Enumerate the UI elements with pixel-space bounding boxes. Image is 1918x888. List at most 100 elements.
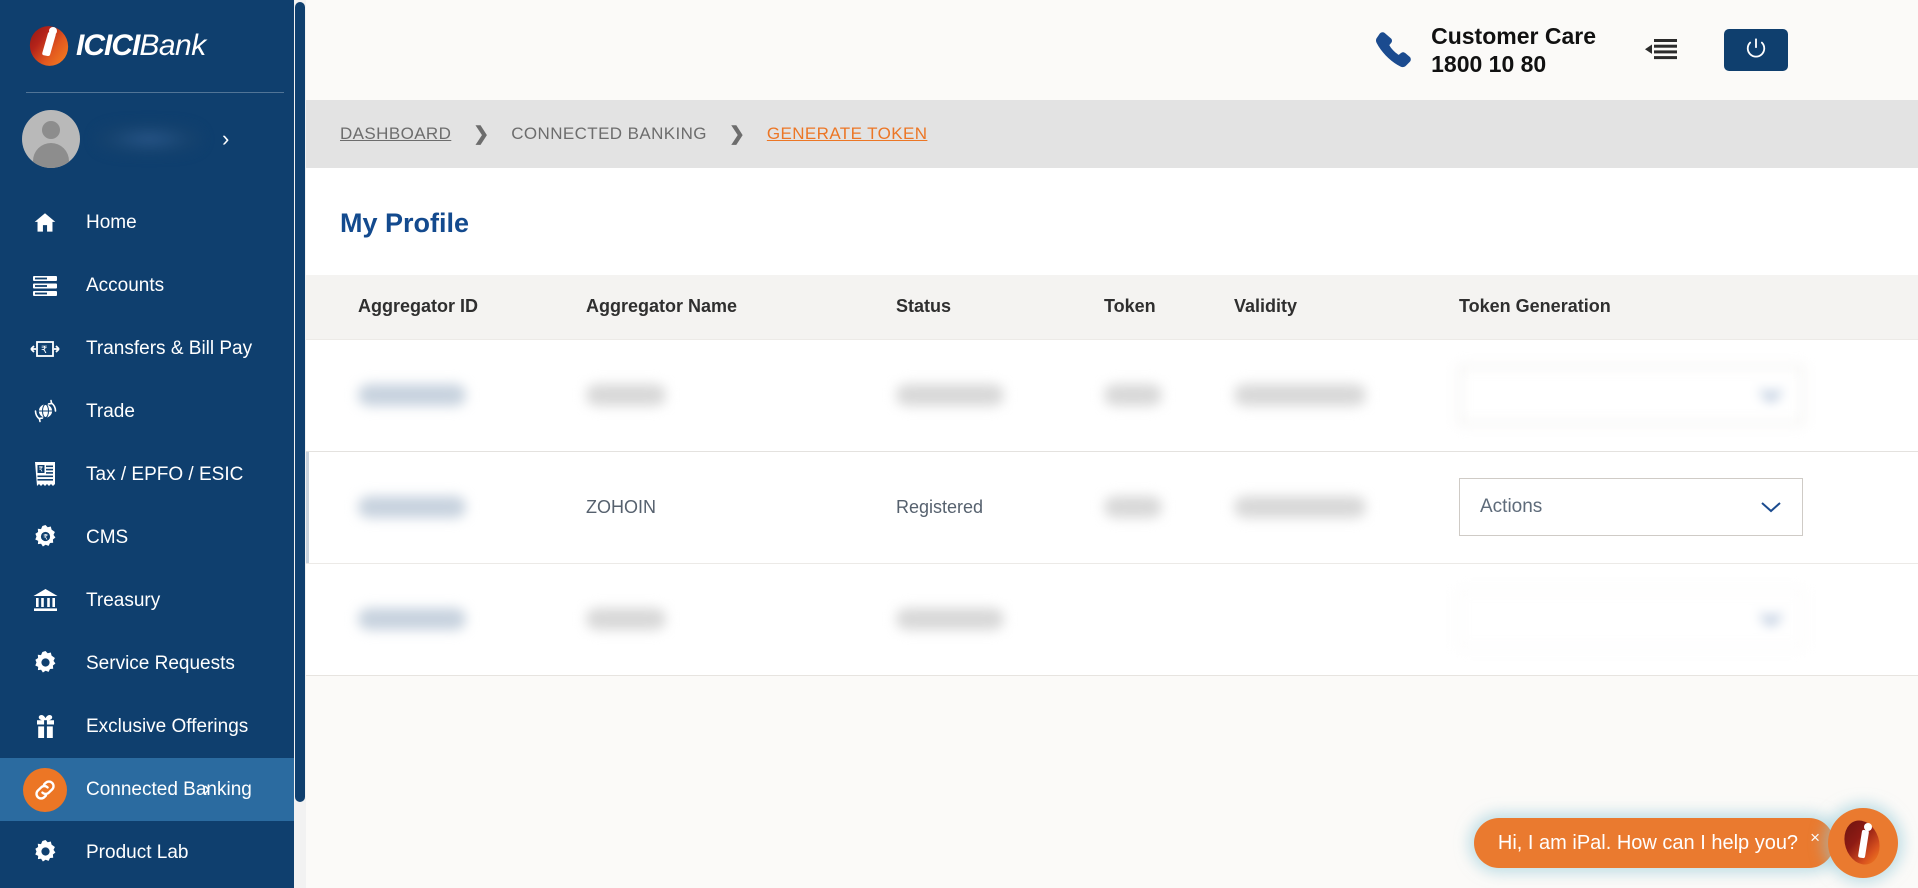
sidebar-item-label: Tax / EPFO / ESIC xyxy=(86,463,244,485)
cell-aggregator-name xyxy=(586,562,896,675)
home-icon xyxy=(28,206,62,240)
cell-aggregator-id xyxy=(306,338,586,451)
sidebar-item-product-lab[interactable]: Product Lab xyxy=(0,821,306,884)
chevron-right-icon: › xyxy=(222,126,230,151)
sidebar-item-accounts[interactable]: Accounts xyxy=(0,254,306,317)
power-button[interactable] xyxy=(1724,29,1788,71)
masked-value xyxy=(1104,496,1234,518)
sidebar-item-label: Exclusive Offerings xyxy=(86,715,249,737)
sidebar-item-label: Product Lab xyxy=(86,841,189,863)
profile-card: My Profile Aggregator ID Aggregator Name… xyxy=(306,168,1918,676)
cell-token xyxy=(1104,450,1234,563)
treasury-bank-icon xyxy=(28,584,62,618)
masked-value xyxy=(586,384,896,406)
sidebar-scrollbar-track[interactable] xyxy=(294,0,306,888)
cell-token-generation xyxy=(1459,562,1918,675)
cell-validity xyxy=(1234,338,1459,451)
column-header-aggregator-name: Aggregator Name xyxy=(586,296,738,317)
breadcrumb: DASHBOARD ❯ CONNECTED BANKING ❯ GENERATE… xyxy=(306,100,1918,168)
actions-dropdown[interactable]: Actions xyxy=(1459,478,1803,536)
ipal-chat-widget[interactable]: Hi, I am iPal. How can I help you? × xyxy=(1473,808,1898,878)
accounts-icon xyxy=(28,269,62,303)
brand-name-bold: ICICI xyxy=(76,29,140,62)
table-row[interactable] xyxy=(306,338,1918,451)
sidebar-item-tax-epfo-esic[interactable]: ₹ Tax / EPFO / ESIC xyxy=(0,443,306,506)
cell-token xyxy=(1104,562,1234,675)
actions-dropdown-label: Actions xyxy=(1480,496,1543,517)
sidebar-item-home[interactable]: Home xyxy=(0,191,306,254)
link-chain-icon xyxy=(23,767,67,812)
avatar xyxy=(22,110,80,168)
table-body: ZOHOIN Registered Actions xyxy=(306,338,1918,675)
chevron-down-icon xyxy=(1760,388,1782,402)
column-header-token-generation: Token Generation xyxy=(1459,296,1611,317)
sidebar-scrollbar-thumb[interactable] xyxy=(295,2,305,802)
chevron-down-icon xyxy=(1760,500,1782,514)
customer-care-block[interactable]: Customer Care 1800 10 80 xyxy=(1373,22,1596,78)
sidebar: ICICIBank › Home Accounts ₹ Transfers & … xyxy=(0,0,306,888)
breadcrumb-item-connected-banking[interactable]: CONNECTED BANKING xyxy=(511,124,707,144)
cell-token-generation: Actions xyxy=(1459,450,1918,563)
sidebar-item-connected-banking[interactable]: Connected Banking › xyxy=(0,758,306,821)
column-header-token: Token xyxy=(1104,296,1156,317)
table-row[interactable] xyxy=(306,562,1918,675)
sidebar-item-treasury[interactable]: Treasury xyxy=(0,569,306,632)
cell-status: Registered xyxy=(896,450,1104,563)
cell-status xyxy=(896,338,1104,451)
ipal-logo-icon[interactable] xyxy=(1828,808,1898,878)
sidebar-item-label: Connected Banking xyxy=(86,778,252,800)
gear-icon xyxy=(28,647,62,681)
masked-value xyxy=(896,608,1104,631)
tax-receipt-icon: ₹ xyxy=(28,458,62,492)
sidebar-item-label: Trade xyxy=(86,400,135,422)
brand-name-light: Bank xyxy=(139,29,206,62)
transfers-icon: ₹ xyxy=(28,332,62,366)
sidebar-item-transfers-bill-pay[interactable]: ₹ Transfers & Bill Pay xyxy=(0,317,306,380)
sidebar-item-service-requests[interactable]: Service Requests xyxy=(0,632,306,695)
sidebar-item-cms[interactable]: ₹ CMS xyxy=(0,506,306,569)
actions-dropdown[interactable] xyxy=(1459,590,1803,649)
svg-text:₹: ₹ xyxy=(43,533,48,542)
ipal-message-text: Hi, I am iPal. How can I help you? xyxy=(1497,831,1799,854)
icici-i-logo-icon xyxy=(23,20,75,72)
column-header-aggregator-id: Aggregator ID xyxy=(358,296,479,317)
cell-token xyxy=(1104,338,1234,451)
sidebar-nav: Home Accounts ₹ Transfers & Bill Pay Tra… xyxy=(0,185,306,884)
sidebar-item-label: Home xyxy=(86,211,137,233)
masked-value xyxy=(1234,496,1459,518)
masked-value xyxy=(896,384,1104,406)
brand-logo-block[interactable]: ICICIBank xyxy=(0,0,306,92)
ipal-message-bubble[interactable]: Hi, I am iPal. How can I help you? × xyxy=(1473,818,1834,868)
power-icon xyxy=(1745,37,1767,64)
phone-icon xyxy=(1373,29,1415,71)
actions-dropdown[interactable] xyxy=(1459,366,1803,424)
svg-text:₹: ₹ xyxy=(41,345,47,356)
cell-validity xyxy=(1234,450,1459,563)
svg-text:₹: ₹ xyxy=(39,466,44,474)
masked-value xyxy=(586,608,896,631)
gear-icon xyxy=(28,836,62,870)
masked-value xyxy=(1104,384,1234,406)
table-header-row: Aggregator ID Aggregator Name Status Tok… xyxy=(306,275,1918,339)
main-content: Customer Care 1800 10 80 DASHBOARD ❯ CON… xyxy=(306,0,1918,888)
column-header-status: Status xyxy=(896,296,952,317)
masked-value xyxy=(1234,384,1459,406)
chevron-right-icon: ❯ xyxy=(728,123,745,145)
cell-aggregator-id xyxy=(306,562,586,675)
collapse-sidebar-icon[interactable] xyxy=(1644,35,1678,65)
app-root: ICICIBank › Home Accounts ₹ Transfers & … xyxy=(0,0,1918,888)
profile-name-masked xyxy=(94,122,204,156)
chevron-down-icon xyxy=(1760,612,1782,626)
sidebar-item-trade[interactable]: Trade xyxy=(0,380,306,443)
close-icon[interactable]: × xyxy=(1810,829,1820,846)
sidebar-item-exclusive-offerings[interactable]: Exclusive Offerings xyxy=(0,695,306,758)
sidebar-item-label: Treasury xyxy=(86,589,161,611)
breadcrumb-item-dashboard[interactable]: DASHBOARD xyxy=(340,124,451,144)
table-row[interactable]: ZOHOIN Registered Actions xyxy=(306,450,1918,563)
breadcrumb-item-generate-token[interactable]: GENERATE TOKEN xyxy=(767,124,928,144)
cell-validity xyxy=(1234,562,1459,675)
sidebar-profile[interactable]: › xyxy=(0,93,306,185)
row-selected-marker xyxy=(306,451,309,563)
page-title: My Profile xyxy=(340,208,470,238)
customer-care-label: Customer Care xyxy=(1431,22,1596,49)
